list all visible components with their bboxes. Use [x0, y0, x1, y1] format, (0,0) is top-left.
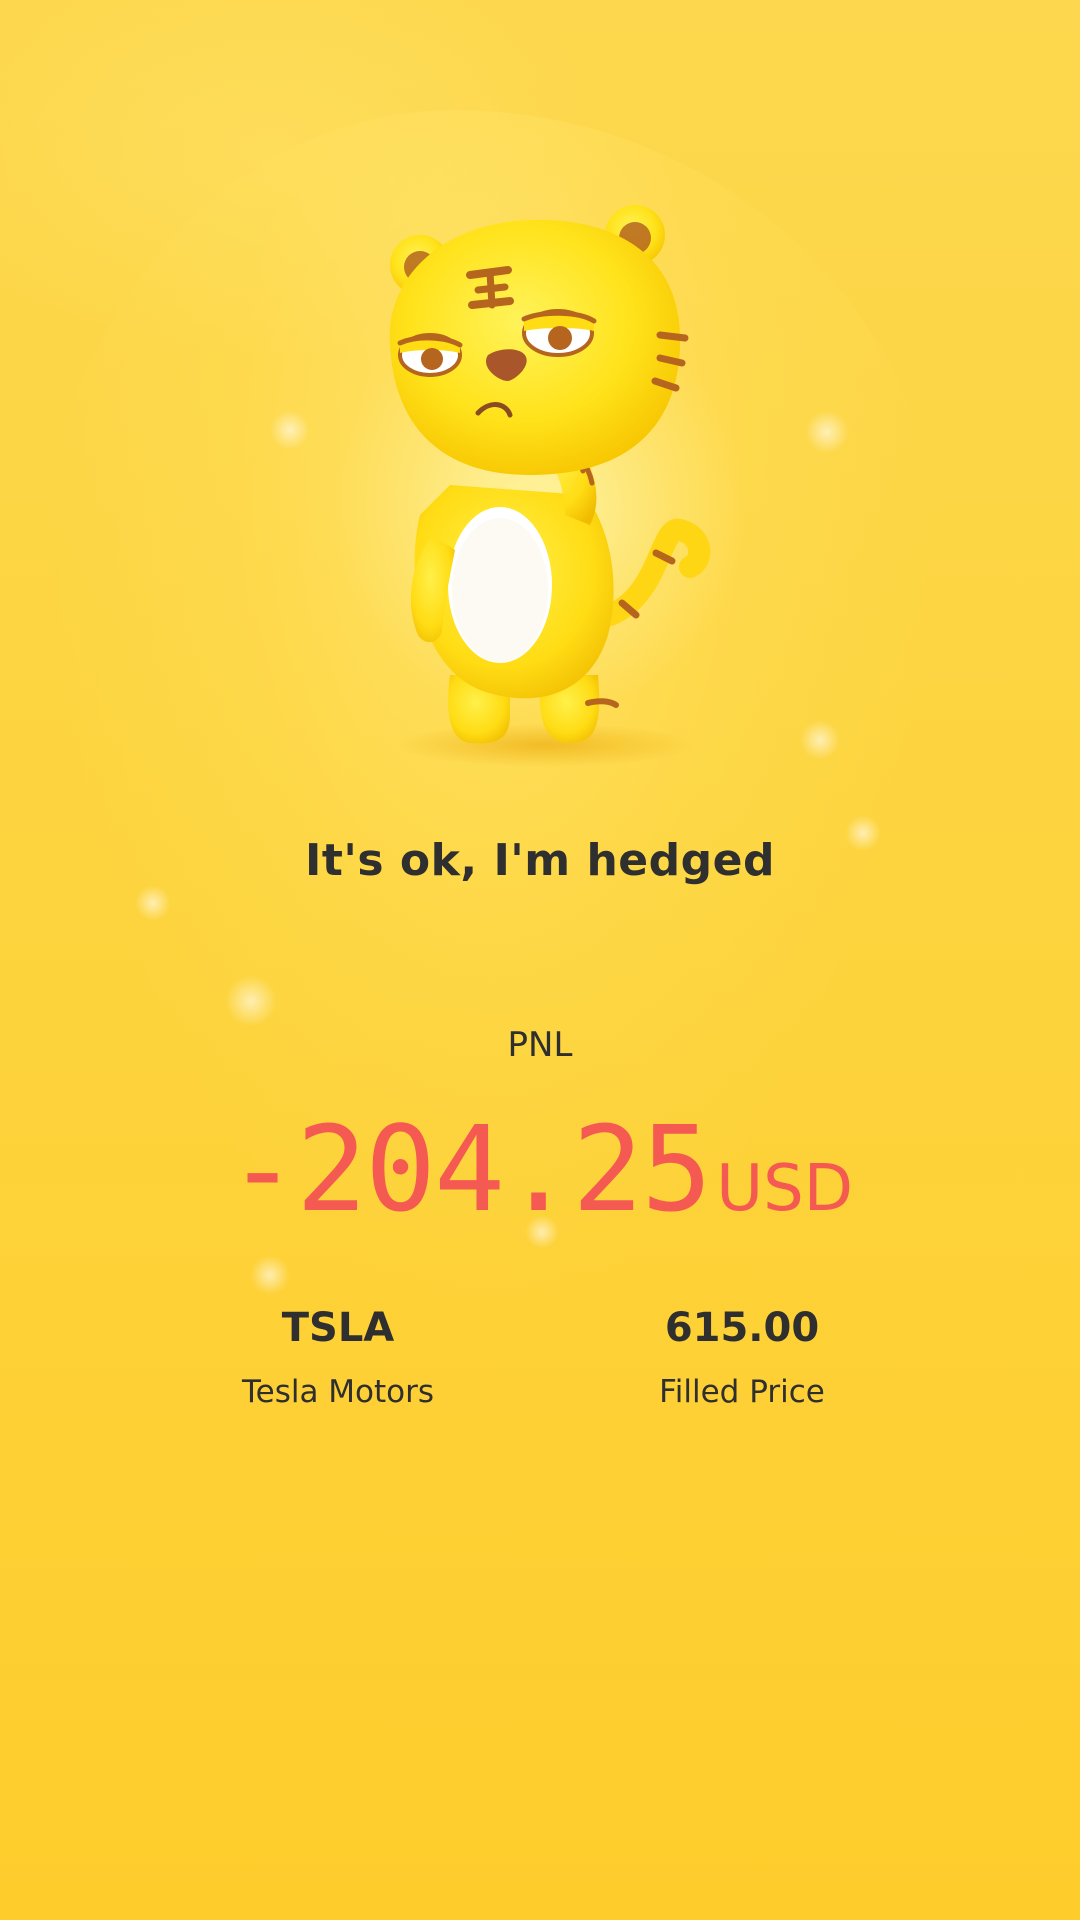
price-stat: 615.00 Filled Price	[572, 1302, 912, 1414]
pnl-share-screen: It's ok, I'm hedged PNL -204.25USD TSLA …	[0, 0, 1080, 1920]
pnl-amount: -204.25USD	[0, 1100, 1080, 1238]
company-name: Tesla Motors	[241, 1374, 435, 1410]
symbol-stat: TSLA Tesla Motors	[168, 1302, 508, 1414]
sparkle	[250, 1255, 290, 1295]
tiger-mascot-icon	[389, 205, 711, 767]
pnl-label: PNL	[507, 1025, 573, 1065]
pnl-unit: USD	[716, 1152, 854, 1226]
filled-price-label: Filled Price	[659, 1374, 825, 1410]
filled-price-value: 615.00	[664, 1305, 820, 1351]
sparkle	[805, 410, 849, 454]
ticker-symbol: TSLA	[281, 1305, 395, 1351]
sparkle	[135, 885, 171, 921]
sparkle	[800, 720, 840, 760]
status-message: It's ok, I'm hedged	[305, 835, 775, 886]
sparkle	[270, 410, 310, 450]
pnl-value: -204.25	[226, 1100, 712, 1238]
sparkle	[225, 975, 277, 1027]
